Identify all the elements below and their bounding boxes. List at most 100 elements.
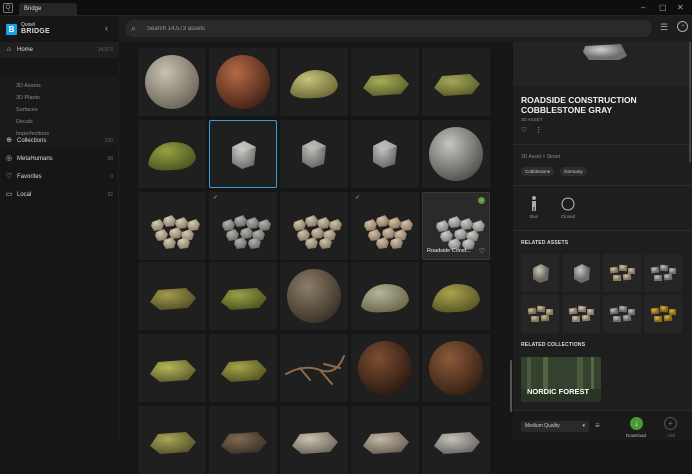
- asset-tile[interactable]: [351, 406, 419, 474]
- asset-thumbnail: [221, 432, 267, 454]
- asset-tile[interactable]: [422, 48, 490, 116]
- plus-icon: +: [668, 419, 673, 428]
- related-asset-thumbnail: [650, 305, 676, 322]
- sidebar-item-favorites[interactable]: ♡ Favorites 0: [0, 169, 119, 185]
- sidebar-item-local[interactable]: ▭ Local 92: [0, 187, 119, 203]
- asset-thumbnail: [361, 284, 409, 313]
- top-bar: ⌕ ☰ ◔: [120, 16, 692, 42]
- filter-icon[interactable]: ☰: [660, 22, 668, 33]
- related-asset-tile[interactable]: [521, 254, 559, 292]
- asset-tile[interactable]: [422, 262, 490, 330]
- size-circle-icon[interactable]: [561, 197, 575, 211]
- more-options-icon[interactable]: ⋮: [535, 127, 542, 134]
- add-button[interactable]: +: [664, 417, 677, 430]
- search-input[interactable]: [147, 20, 627, 37]
- asset-thumbnail: [429, 127, 483, 181]
- person-icon: [532, 196, 536, 211]
- maximize-button[interactable]: ▢: [659, 3, 667, 13]
- asset-thumbnail: [434, 74, 480, 96]
- tab-bridge[interactable]: Bridge: [19, 3, 77, 16]
- close-button[interactable]: ✕: [677, 3, 684, 13]
- asset-tile[interactable]: [209, 48, 277, 116]
- asset-tile[interactable]: ↓ Roadside Const... ♡: [422, 192, 490, 260]
- grid-scrollbar[interactable]: [510, 360, 512, 412]
- minimize-button[interactable]: –: [641, 3, 645, 13]
- asset-thumbnail: [285, 355, 345, 385]
- download-button[interactable]: ↓: [630, 417, 643, 430]
- asset-tile[interactable]: [280, 192, 348, 260]
- settings-sliders-icon[interactable]: ≡: [595, 421, 600, 430]
- subnav-decals[interactable]: Decals: [16, 119, 33, 125]
- download-badge-icon[interactable]: ↓: [478, 197, 485, 204]
- asset-tile[interactable]: [351, 262, 419, 330]
- asset-tile[interactable]: [422, 120, 490, 188]
- search-bar[interactable]: ⌕: [125, 20, 652, 37]
- asset-tile[interactable]: [351, 334, 419, 402]
- asset-tile[interactable]: [422, 334, 490, 402]
- asset-tile[interactable]: [280, 406, 348, 474]
- subnav-surfaces[interactable]: Surfaces: [16, 107, 38, 113]
- asset-tile[interactable]: [138, 192, 206, 260]
- related-asset-tile[interactable]: [562, 295, 600, 333]
- tag-cobblestone[interactable]: Cobblestone: [521, 167, 555, 176]
- sidebar-item-collections[interactable]: ⊕ Collections 130: [0, 133, 119, 149]
- collection-card[interactable]: NORDIC FOREST: [521, 357, 601, 402]
- asset-tile[interactable]: [280, 334, 348, 402]
- brand-line2: BRIDGE: [21, 28, 51, 35]
- subnav-3d-plants[interactable]: 3D Plants: [16, 95, 40, 101]
- related-asset-tile[interactable]: [603, 254, 641, 292]
- asset-thumbnail: [232, 141, 256, 169]
- heart-icon: ♡: [5, 173, 13, 180]
- asset-tile[interactable]: [209, 406, 277, 474]
- related-asset-tile[interactable]: [644, 295, 682, 333]
- related-asset-tile[interactable]: [521, 295, 559, 333]
- account-icon[interactable]: ◔: [677, 21, 688, 32]
- related-asset-tile[interactable]: [644, 254, 682, 292]
- asset-thumbnail: [358, 341, 412, 395]
- breadcrumb[interactable]: 3D Asset > Street: [521, 154, 560, 160]
- asset-thumbnail: [221, 360, 267, 382]
- sidebar-item-count: 98: [107, 156, 113, 162]
- subnav-3d-assets[interactable]: 3D Assets: [16, 83, 41, 89]
- asset-tile[interactable]: [280, 48, 348, 116]
- metahumans-icon: ◎: [5, 155, 13, 162]
- tag-germany[interactable]: Germany: [560, 167, 587, 176]
- related-asset-tile[interactable]: [562, 254, 600, 292]
- sidebar-item-label: Favorites: [17, 174, 42, 180]
- asset-tile[interactable]: [138, 334, 206, 402]
- asset-tile[interactable]: [209, 120, 277, 188]
- asset-tile[interactable]: [422, 406, 490, 474]
- panel-scrollbar[interactable]: [689, 42, 691, 162]
- asset-detail-panel: ROADSIDE CONSTRUCTION COBBLESTONE GRAY 3…: [513, 42, 692, 441]
- sidebar-item-home[interactable]: ⌂ Home 14,573: [0, 42, 119, 58]
- asset-tile[interactable]: [209, 262, 277, 330]
- asset-tile[interactable]: [351, 48, 419, 116]
- asset-tile[interactable]: [351, 120, 419, 188]
- favorite-icon[interactable]: ♡: [479, 247, 485, 255]
- collapse-sidebar-icon[interactable]: ‹: [105, 23, 108, 33]
- title-bar: Q Bridge – ▢ ✕: [0, 0, 692, 16]
- favorite-icon[interactable]: ♡: [521, 127, 527, 134]
- asset-tile[interactable]: [138, 120, 206, 188]
- related-asset-tile[interactable]: [603, 295, 641, 333]
- app-logo-icon: Q: [3, 3, 13, 13]
- asset-thumbnail: [363, 214, 414, 250]
- add-label: Add: [667, 433, 676, 438]
- asset-tile[interactable]: [138, 406, 206, 474]
- asset-thumbnail: [292, 432, 338, 454]
- asset-thumbnail: [363, 74, 409, 96]
- quality-select[interactable]: Medium Quality ▾: [521, 421, 589, 432]
- asset-thumbnail: [150, 214, 201, 250]
- asset-tile[interactable]: [280, 120, 348, 188]
- asset-tile[interactable]: [138, 48, 206, 116]
- asset-tile[interactable]: ✓: [351, 192, 419, 260]
- asset-tile[interactable]: [280, 262, 348, 330]
- asset-tile[interactable]: [209, 334, 277, 402]
- related-asset-thumbnail: [568, 305, 594, 322]
- asset-tile[interactable]: ✓: [209, 192, 277, 260]
- asset-thumbnail: [145, 55, 199, 109]
- sidebar-item-metahumans[interactable]: ◎ MetaHumans 98: [0, 151, 119, 167]
- asset-tile[interactable]: [138, 262, 206, 330]
- search-icon: ⌕: [131, 23, 137, 33]
- related-asset-thumbnail: [650, 264, 676, 281]
